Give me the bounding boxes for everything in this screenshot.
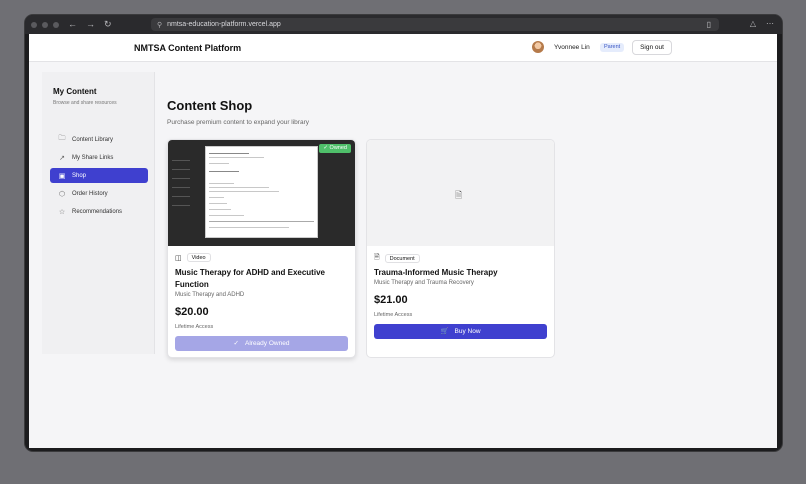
- product-card: ✓ Owned ◫ Video Music Therapy for ADHD a…: [167, 139, 356, 358]
- document-icon: 🗎: [455, 190, 463, 200]
- close-window-button[interactable]: [31, 21, 37, 28]
- sidebar-item-shop[interactable]: ▣ Shop: [50, 168, 148, 183]
- sidebar-item-order-history[interactable]: ⬡ Order History: [50, 186, 148, 201]
- lock-icon: ⚲: [157, 21, 163, 29]
- product-title[interactable]: Music Therapy for ADHD and Executive Fun…: [175, 267, 345, 291]
- button-label: Already Owned: [245, 340, 290, 347]
- sidebar-item-content-library[interactable]: 🗀 Content Library: [50, 132, 148, 147]
- package-icon: ⬡: [58, 190, 66, 198]
- product-price: $21.00: [374, 294, 408, 306]
- product-category: Music Therapy and ADHD: [175, 292, 245, 298]
- video-icon: ◫: [175, 254, 182, 262]
- document-icon: 🗎: [374, 254, 380, 261]
- sign-out-button[interactable]: Sign out: [632, 40, 672, 55]
- content-type-row: 🗎 Document: [374, 253, 420, 264]
- thumbnail-preview-sidebar: [172, 160, 197, 230]
- product-category: Music Therapy and Trauma Recovery: [374, 280, 474, 286]
- star-icon: ☆: [58, 208, 66, 216]
- page-subtitle: Purchase premium content to expand your …: [167, 119, 309, 126]
- check-circle-icon: ✓: [233, 340, 239, 347]
- sidebar-item-label: Order History: [72, 190, 108, 197]
- page-title: Content Shop: [167, 98, 253, 113]
- product-title[interactable]: Trauma-Informed Music Therapy: [374, 267, 544, 279]
- button-label: Buy Now: [454, 328, 481, 335]
- sidebar-item-recommendations[interactable]: ☆ Recommendations: [50, 204, 148, 219]
- sidebar-subtitle: Browse and share resources: [53, 100, 117, 106]
- avatar[interactable]: [532, 41, 544, 53]
- buy-now-button[interactable]: 🛒 Buy Now: [374, 324, 547, 339]
- product-thumbnail[interactable]: ✓ Owned: [168, 140, 355, 246]
- sidebar-item-label: Recommendations: [72, 208, 123, 215]
- content-type-badge: Document: [384, 254, 420, 263]
- url-text: nmtsa-education-platform.vercel.app: [167, 21, 281, 28]
- browser-window: ← → ↻ ⚲ nmtsa-education-platform.vercel.…: [25, 15, 782, 451]
- bookmark-icon[interactable]: ▯: [707, 20, 711, 29]
- back-arrow-icon[interactable]: ←: [68, 20, 77, 29]
- sidebar-item-label: Content Library: [72, 136, 114, 143]
- folder-icon: 🗀: [58, 135, 66, 142]
- forward-arrow-icon[interactable]: →: [86, 20, 95, 29]
- already-owned-button: ✓ Already Owned: [175, 336, 348, 351]
- content-type-row: ◫ Video: [175, 253, 211, 262]
- role-badge: Parent: [600, 43, 625, 52]
- user-name: Yvonnee Lin: [554, 44, 590, 51]
- shopping-cart-icon: 🛒: [440, 328, 449, 335]
- thumbnail-preview-document: [205, 146, 318, 238]
- access-label: Lifetime Access: [374, 312, 413, 318]
- sidebar-title: My Content: [53, 87, 97, 96]
- more-menu-icon[interactable]: ⋯: [766, 19, 774, 28]
- sidebar-item-my-share-links[interactable]: ↗ My Share Links: [50, 150, 148, 165]
- shopping-bag-icon: ▣: [58, 172, 66, 180]
- extensions-icon[interactable]: △: [750, 19, 756, 28]
- toolbar-actions: △ ⋯: [750, 19, 774, 28]
- product-price: $20.00: [175, 306, 209, 318]
- maximize-window-button[interactable]: [53, 21, 59, 28]
- sidebar: My Content Browse and share resources 🗀 …: [42, 72, 155, 354]
- access-label: Lifetime Access: [175, 324, 214, 330]
- app-brand[interactable]: NMTSA Content Platform: [134, 43, 241, 53]
- app-header: NMTSA Content Platform Yvonnee Lin Paren…: [29, 34, 777, 62]
- external-link-icon: ↗: [59, 154, 65, 162]
- address-bar[interactable]: ⚲ nmtsa-education-platform.vercel.app ▯: [151, 18, 719, 31]
- page-viewport: NMTSA Content Platform Yvonnee Lin Paren…: [29, 34, 777, 448]
- sidebar-item-label: My Share Links: [72, 154, 114, 161]
- sidebar-item-label: Shop: [72, 172, 87, 179]
- browser-toolbar: ← → ↻ ⚲ nmtsa-education-platform.vercel.…: [25, 15, 782, 34]
- product-thumbnail[interactable]: 🗎: [367, 140, 554, 246]
- window-controls: [31, 21, 59, 28]
- reload-icon[interactable]: ↻: [104, 20, 112, 29]
- owned-badge: ✓ Owned: [319, 144, 351, 153]
- product-card: 🗎 🗎 Document Trauma-Informed Music Thera…: [366, 139, 555, 358]
- minimize-window-button[interactable]: [42, 21, 48, 28]
- content-type-badge: Video: [186, 253, 211, 262]
